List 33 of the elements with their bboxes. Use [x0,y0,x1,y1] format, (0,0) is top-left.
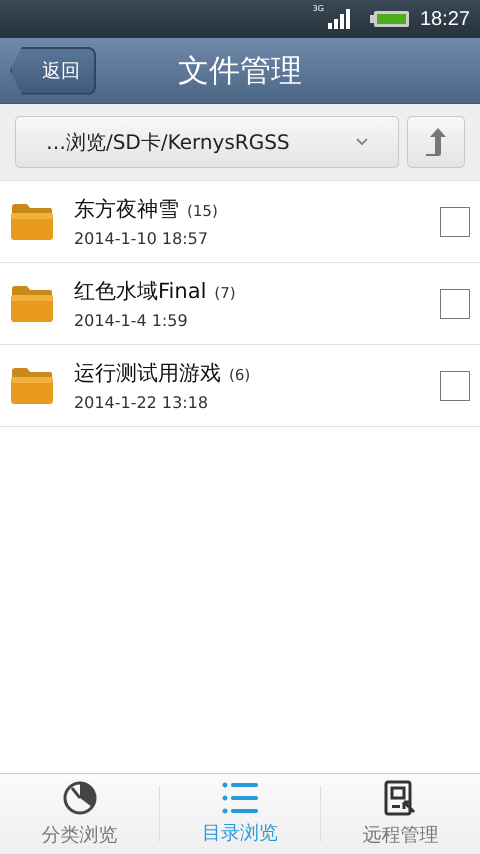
list-icon [222,782,258,814]
item-count: (15) [187,202,218,220]
folder-row[interactable]: 运行测试用游戏 (6) 2014-1-22 13:18 [0,345,480,427]
modified-date: 2014-1-22 13:18 [74,393,209,412]
checkbox[interactable] [440,288,470,318]
chevron-down-icon [356,138,368,146]
battery-icon [370,10,410,28]
folder-icon [11,366,53,404]
nav-tab[interactable]: 分类浏览 [0,774,160,854]
folder-name: 运行测试用游戏 [74,360,221,387]
signal-icon [328,9,350,29]
folder-icon [11,284,53,322]
folder-name: 红色水域Final [74,278,206,305]
up-arrow-icon [423,127,449,157]
network-type: 3G [312,4,324,13]
checkbox[interactable] [440,206,470,236]
folder-row[interactable]: 红色水域Final (7) 2014-1-4 1:59 [0,263,480,345]
up-button[interactable] [407,116,465,168]
pie-chart-icon [62,780,98,816]
screen-title: 文件管理 [178,52,302,90]
checkbox[interactable] [440,370,470,400]
nav-tab[interactable]: 远程管理 [320,774,480,854]
path-dropdown[interactable]: …浏览/SD卡/KernysRGSS [15,116,399,168]
folder-icon [11,202,53,240]
clock: 18:27 [420,8,470,30]
modified-date: 2014-1-4 1:59 [74,311,189,330]
modified-date: 2014-1-10 18:57 [74,229,209,248]
folder-name: 东方夜神雪 [74,196,179,223]
device-icon [384,780,416,816]
folder-row[interactable]: 东方夜神雪 (15) 2014-1-10 18:57 [0,181,480,263]
item-count: (7) [214,284,236,302]
back-button[interactable]: 返回 [10,46,96,94]
item-count: (6) [229,366,250,384]
